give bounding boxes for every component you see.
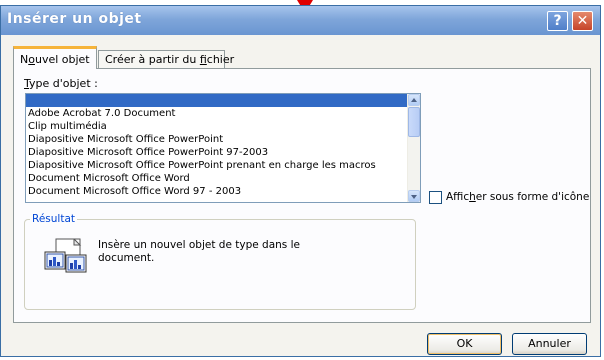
tab-new-object-label-post: uvel objet <box>34 53 90 66</box>
embedded-object-icon <box>44 238 87 273</box>
tab-new-object-mnemonic: o <box>28 53 35 66</box>
title-bar[interactable]: Insérer un objet ? ✕ <box>1 6 600 35</box>
result-description: Insère un nouvel objet de type dans le d… <box>98 239 300 264</box>
list-item[interactable]: Clip multimédia <box>26 120 420 133</box>
display-as-icon-checkbox[interactable] <box>429 190 442 204</box>
result-group: Résultat Insère un nouvel objet de type … <box>24 213 416 310</box>
tab-new-object-label-pre: N <box>20 53 29 66</box>
object-type-label-post: ype d'objet : <box>29 77 98 90</box>
tab-create-from-file[interactable]: Créer à partir du fichier <box>98 50 234 68</box>
display-as-icon-label[interactable]: Afficher sous forme d'icône <box>446 191 589 203</box>
insert-object-dialog: Insérer un objet ? ✕ Nouvel objet Créer … <box>0 5 601 357</box>
tab-new-object[interactable]: Nouvel objet <box>13 46 97 69</box>
result-legend: Résultat <box>30 213 77 225</box>
list-item[interactable]: Document Microsoft Office Word <box>26 172 420 185</box>
list-item[interactable]: Adobe Acrobat 7.0 Document <box>26 107 420 120</box>
object-type-label: Type d'objet : <box>24 77 98 90</box>
help-icon[interactable]: ? <box>547 11 568 31</box>
display-as-icon-label-post: er sous forme d'icône <box>475 191 590 203</box>
scroll-down-icon[interactable] <box>408 190 420 202</box>
scrollbar-thumb[interactable] <box>408 107 420 137</box>
tab-from-file-label-pre: Créer à partir du <box>105 53 200 66</box>
listbox-scrollbar[interactable] <box>407 94 420 202</box>
close-icon[interactable]: ✕ <box>572 11 593 31</box>
scroll-up-icon[interactable] <box>408 94 420 106</box>
list-item[interactable]: Diapositive Microsoft Office PowerPoint … <box>26 159 420 172</box>
display-as-icon-option[interactable]: Afficher sous forme d'icône <box>429 190 589 204</box>
cancel-button[interactable]: Annuler <box>512 333 587 355</box>
display-as-icon-label-pre: Affic <box>446 191 470 203</box>
tab-from-file-label-post: ichier <box>206 53 235 66</box>
list-item[interactable]: Document Microsoft Office Word 97 - 2003 <box>26 185 420 198</box>
object-type-listbox[interactable]: Adobe Acrobat 7.0 Document Clip multiméd… <box>25 93 421 203</box>
window-title: Insérer un objet <box>7 11 142 27</box>
list-item[interactable] <box>26 94 420 107</box>
list-item[interactable]: Diapositive Microsoft Office PowerPoint … <box>26 146 420 159</box>
new-object-panel: Type d'objet : Adobe Acrobat 7.0 Documen… <box>13 68 591 323</box>
tab-from-file-mnemonic: f <box>199 53 207 66</box>
list-item[interactable]: Diapositive Microsoft Office PowerPoint <box>26 133 420 146</box>
display-as-icon-mnemonic: h <box>469 191 476 203</box>
ok-button[interactable]: OK <box>427 333 502 355</box>
